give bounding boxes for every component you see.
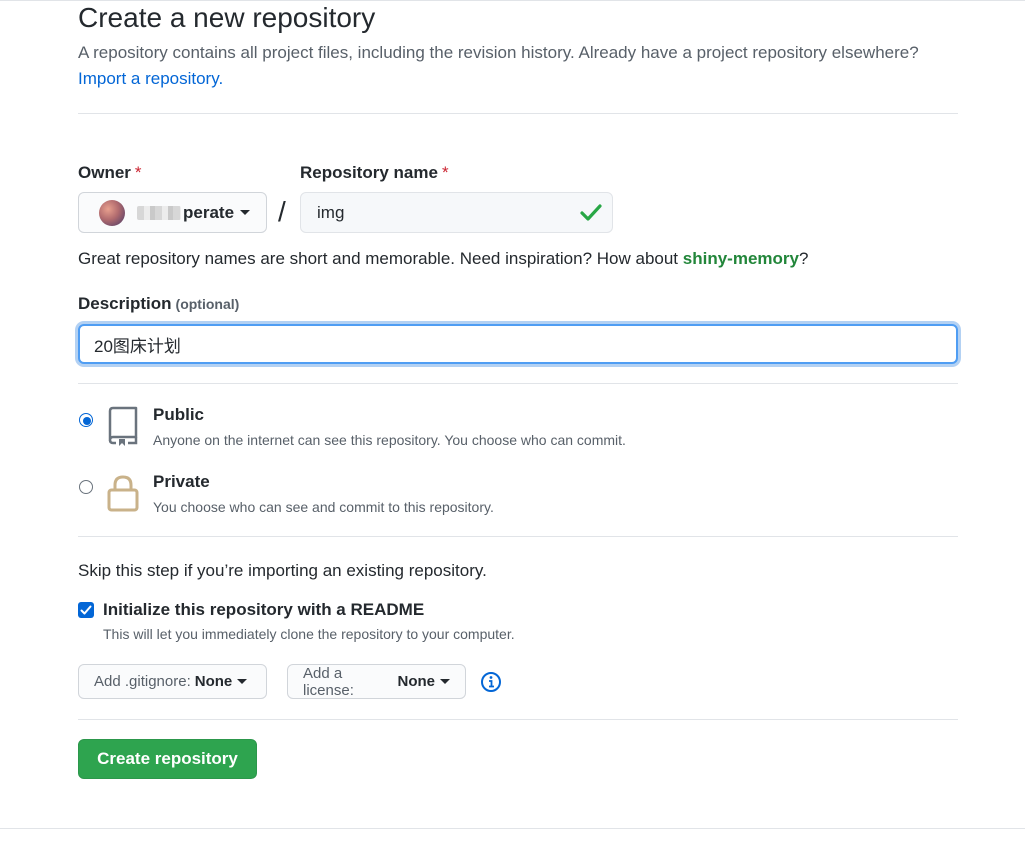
repo-name-label: Repository name * [300,163,449,183]
check-icon [580,204,602,221]
description-label: Description (optional) [78,294,239,314]
repo-name-hint: Great repository names are short and mem… [78,248,808,270]
import-repository-link[interactable]: Import a repository. [78,69,223,88]
bottom-border [0,828,1025,829]
optional-tag: (optional) [175,296,240,312]
owner-name: perate [183,202,235,222]
repository-name-input[interactable] [300,192,613,233]
owner-label-text: Owner [78,163,131,182]
private-title: Private [153,472,210,491]
description-label-text: Description [78,294,172,313]
private-radio[interactable] [79,480,93,494]
lock-icon [107,475,139,512]
owner-label: Owner * [78,163,142,183]
owner-dropdown-button[interactable]: perate [78,192,267,233]
readme-description: This will let you immediately clone the … [103,626,515,642]
readme-checkbox[interactable] [78,602,94,618]
required-mark: * [441,163,449,182]
private-description: You choose who can see and commit to thi… [153,499,494,515]
skip-step-text: Skip this step if you’re importing an ex… [78,561,487,580]
gitignore-label: Add .gitignore: [94,673,191,690]
blurred-owner-prefix [137,205,181,220]
license-value: None [397,673,436,690]
divider [78,719,958,720]
caret-down-icon [240,210,251,215]
page-title: Create a new repository [78,2,376,33]
hint-end: ? [798,249,809,268]
gitignore-value: None [194,673,233,690]
license-label: Add a license: [303,664,354,699]
checkmark-icon [80,605,92,615]
public-radio[interactable] [79,413,93,427]
avatar [99,199,125,226]
divider [78,383,958,384]
info-icon[interactable] [480,671,502,693]
name-suggestion[interactable]: shiny-memory [683,249,799,268]
readme-label[interactable]: Initialize this repository with a README [103,600,424,620]
caret-down-icon [440,679,450,684]
divider [78,113,958,114]
gitignore-select[interactable]: Add .gitignore: None [78,664,267,699]
owner-repo-separator: / [278,196,286,227]
page-subtitle: A repository contains all project files,… [78,40,958,92]
hint-text: Great repository names are short and mem… [78,249,679,268]
repo-name-label-text: Repository name [300,163,438,182]
divider [78,536,958,537]
description-input[interactable] [78,324,958,364]
public-title: Public [153,405,205,424]
repo-book-icon [108,406,138,446]
caret-down-icon [237,679,248,684]
subtitle-text: A repository contains all project files,… [78,43,919,62]
license-select[interactable]: Add a license: None [287,664,466,699]
create-repository-button[interactable]: Create repository [78,739,257,779]
public-description: Anyone on the internet can see this repo… [153,432,626,448]
required-mark: * [134,163,142,182]
